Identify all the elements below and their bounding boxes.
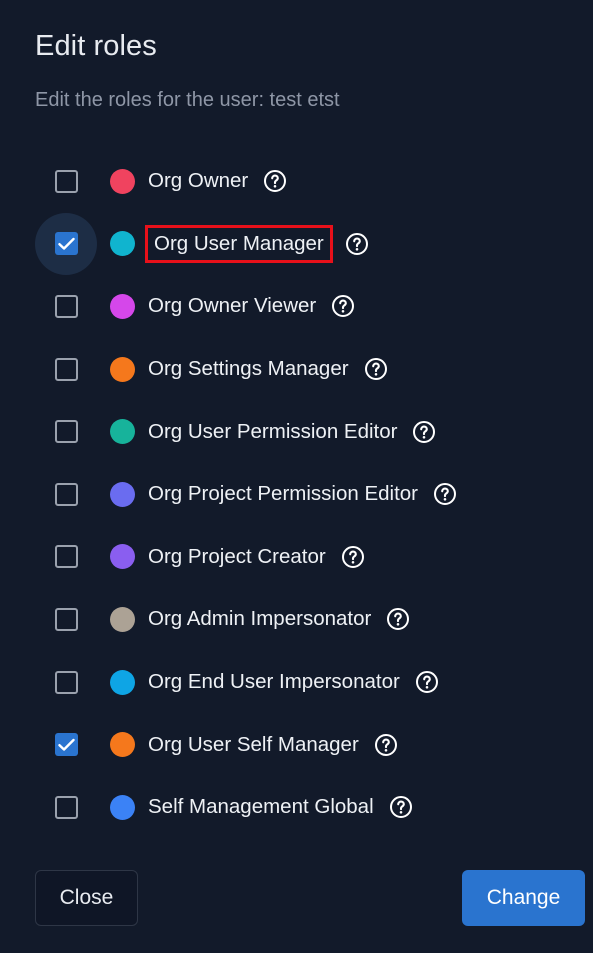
role-label-group: Org Settings Manager [148,357,388,381]
role-checkbox[interactable] [54,232,78,256]
close-button[interactable]: Close [35,870,138,926]
role-row: Org User Permission Editor [0,400,593,463]
role-label-group: Org User Permission Editor [148,420,436,444]
role-checkbox-target[interactable] [35,150,97,212]
role-checkbox-target[interactable] [35,338,97,400]
role-label: Org Project Permission Editor [148,482,419,506]
check-icon [57,738,75,751]
check-icon [57,237,75,250]
role-label-group: Org Owner [148,169,287,193]
role-row: Org Owner [0,150,593,213]
help-circle-icon[interactable] [412,420,436,444]
role-label-group: Org End User Impersonator [148,670,439,694]
role-row: Org Admin Impersonator [0,588,593,651]
role-color-dot [110,794,135,820]
role-row: Org User Manager [0,212,593,276]
help-circle-icon[interactable] [341,545,365,569]
role-checkbox[interactable] [54,795,78,819]
role-checkbox[interactable] [54,357,78,381]
role-checkbox-target[interactable] [35,463,97,525]
role-label-group: Self Management Global [148,795,413,819]
role-checkbox-target[interactable] [35,401,97,463]
role-color-dot [110,732,135,758]
role-row: Org User Self Manager [0,713,593,776]
help-circle-icon[interactable] [331,294,355,318]
role-label: Org Admin Impersonator [148,607,372,631]
role-color-dot [110,606,135,632]
role-checkbox[interactable] [54,670,78,694]
role-checkbox-target[interactable] [35,212,97,275]
role-color-dot [110,419,135,445]
help-circle-icon[interactable] [415,670,439,694]
role-color-dot [110,481,135,507]
role-color-dot [110,356,135,382]
help-circle-icon[interactable] [345,232,369,256]
role-checkbox-target[interactable] [35,275,97,337]
role-list: Org Owner Org User Manager Org Owner Viewe… [0,150,593,839]
role-checkbox[interactable] [54,420,78,444]
role-checkbox[interactable] [54,545,78,569]
role-checkbox-target[interactable] [35,714,97,776]
help-circle-icon[interactable] [374,733,398,757]
role-checkbox-target[interactable] [35,776,97,838]
role-color-dot [110,669,135,695]
role-checkbox-target[interactable] [35,588,97,650]
role-row: Org Settings Manager [0,338,593,401]
role-label-group: Org Owner Viewer [148,294,355,318]
role-color-dot [110,293,135,319]
role-row: Org End User Impersonator [0,651,593,714]
help-circle-icon[interactable] [263,169,287,193]
role-label: Org Settings Manager [148,357,349,381]
role-label-group: Org User Self Manager [148,733,398,757]
role-row: Org Owner Viewer [0,275,593,338]
role-label: Org Project Creator [148,544,326,568]
role-row: Org Project Permission Editor [0,463,593,526]
role-row: Org Project Creator [0,526,593,589]
role-color-dot [110,231,135,257]
role-label: Org User Permission Editor [148,419,398,443]
role-checkbox[interactable] [54,169,78,193]
help-circle-icon[interactable] [386,607,410,631]
role-checkbox-target[interactable] [35,651,97,713]
role-row: Self Management Global [0,776,593,839]
role-label-group: Org Admin Impersonator [148,607,410,631]
role-checkbox[interactable] [54,294,78,318]
role-color-dot [110,168,135,194]
role-checkbox[interactable] [54,607,78,631]
dialog-subtitle: Edit the roles for the user: test etst [35,89,340,111]
role-label-group: Org User Manager [145,224,369,263]
role-label-group: Org Project Permission Editor [148,482,457,506]
dialog-title: Edit roles [35,30,157,62]
role-checkbox-target[interactable] [35,526,97,588]
role-label: Org Owner [148,169,249,193]
role-label: Self Management Global [148,795,374,819]
role-checkbox[interactable] [54,482,78,506]
role-label-group: Org Project Creator [148,545,365,569]
change-button[interactable]: Change [462,870,585,926]
role-color-dot [110,544,135,570]
role-label: Org Owner Viewer [148,294,317,318]
help-circle-icon[interactable] [389,795,413,819]
role-label: Org User Manager [145,224,333,263]
help-circle-icon[interactable] [364,357,388,381]
role-checkbox[interactable] [54,733,78,757]
role-label: Org End User Impersonator [148,670,400,694]
role-label: Org User Self Manager [148,732,359,756]
help-circle-icon[interactable] [433,482,457,506]
